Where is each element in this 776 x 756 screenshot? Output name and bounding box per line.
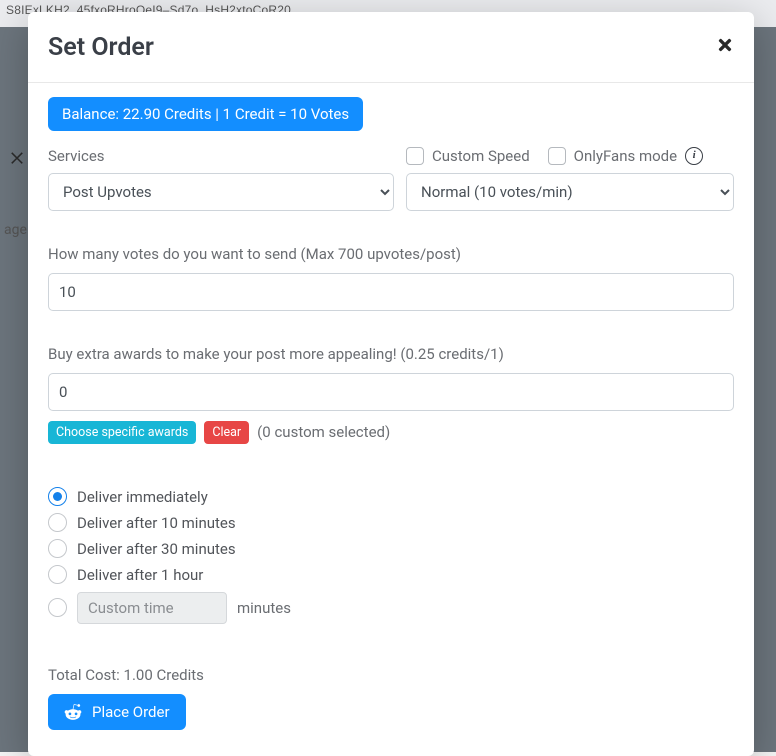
radio-label: Deliver after 10 minutes	[77, 514, 236, 532]
place-order-button[interactable]: Place Order	[48, 694, 186, 730]
custom-time-input[interactable]	[77, 592, 227, 624]
total-cost: Total Cost: 1.00 Credits	[48, 666, 734, 684]
radio-label: Deliver after 1 hour	[77, 566, 203, 584]
close-button[interactable]	[716, 34, 734, 54]
services-label: Services	[48, 147, 394, 165]
radio-icon	[48, 539, 67, 558]
deliver-30min-radio[interactable]: Deliver after 30 minutes	[48, 536, 734, 562]
choose-specific-awards-button[interactable]: Choose specific awards	[48, 421, 196, 444]
custom-selected-count: (0 custom selected)	[257, 423, 390, 441]
radio-icon	[48, 565, 67, 584]
close-icon	[716, 36, 734, 54]
checkbox-icon	[406, 147, 424, 165]
deliver-custom-radio[interactable]	[48, 598, 67, 617]
delivery-time-radio-group: Deliver immediately Deliver after 10 min…	[48, 484, 734, 624]
radio-label: Deliver immediately	[77, 488, 208, 506]
awards-label: Buy extra awards to make your post more …	[48, 345, 734, 363]
votes-count-input[interactable]	[48, 273, 734, 311]
custom-speed-label: Custom Speed	[432, 147, 530, 165]
deliver-immediately-radio[interactable]: Deliver immediately	[48, 484, 734, 510]
set-order-modal: Set Order Balance: 22.90 Credits | 1 Cre…	[28, 12, 754, 756]
deliver-1hour-radio[interactable]: Deliver after 1 hour	[48, 562, 734, 588]
clear-awards-button[interactable]: Clear	[204, 421, 249, 444]
onlyfans-mode-checkbox[interactable]: OnlyFans mode i	[548, 147, 703, 165]
balance-badge: Balance: 22.90 Credits | 1 Credit = 10 V…	[48, 97, 363, 131]
awards-count-input[interactable]	[48, 373, 734, 411]
info-icon[interactable]: i	[685, 147, 703, 165]
minutes-label: minutes	[237, 599, 291, 617]
modal-title: Set Order	[48, 34, 154, 62]
onlyfans-label: OnlyFans mode	[574, 147, 677, 165]
reddit-icon	[64, 703, 82, 721]
custom-speed-checkbox[interactable]: Custom Speed	[406, 147, 530, 165]
radio-label: Deliver after 30 minutes	[77, 540, 236, 558]
votes-count-label: How many votes do you want to send (Max …	[48, 245, 734, 263]
deliver-10min-radio[interactable]: Deliver after 10 minutes	[48, 510, 734, 536]
radio-icon	[48, 513, 67, 532]
services-select[interactable]: Post Upvotes	[48, 173, 394, 211]
speed-select[interactable]: Normal (10 votes/min)	[406, 173, 734, 211]
place-order-label: Place Order	[92, 703, 170, 721]
checkbox-icon	[548, 147, 566, 165]
radio-icon	[48, 487, 67, 506]
